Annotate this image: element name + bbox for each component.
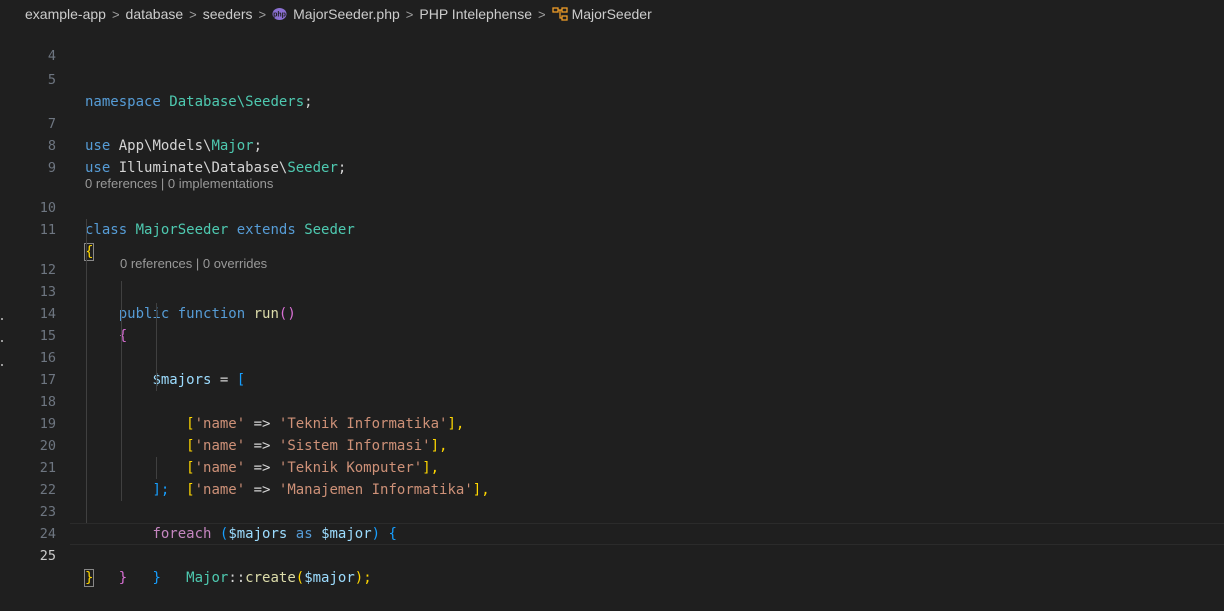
indent-guide [156,457,157,479]
bracket-token: ); [354,570,372,586]
indent-guide [86,457,87,479]
code-line: 12 public function run() [0,237,1224,322]
function-name-token: create [245,570,296,586]
indent-guide [86,325,87,347]
code-line: 5 namespace Database\Seeders; [0,47,1224,110]
indent-guide [86,413,87,435]
breadcrumb-item-seeders[interactable]: seeders [203,6,253,22]
blank-code-line [0,69,1224,91]
indent-guide [156,369,157,391]
code-line: 23 } [0,479,1224,586]
code-line: 4 [0,28,1224,64]
current-code-line: 25 } [0,523,1224,587]
code-line: 7 use App\Models\Major; [0,91,1224,154]
codelens-row: 0 references | 0 overrides [0,219,1224,271]
class-symbol-icon [551,7,568,21]
indent-guide [86,501,87,523]
breadcrumb-separator-icon: > [189,6,197,22]
indent-guide [86,391,87,413]
code-line: 10 class MajorSeeder extends Seeder [0,175,1224,238]
indent-guide [121,369,122,391]
breadcrumb-separator-icon: > [405,6,414,22]
indent-guide [121,413,122,435]
code-line: 9 [0,135,1224,176]
indent-guide [86,435,87,457]
indent-guide [121,479,122,501]
indent-guide [121,325,122,347]
indent-guide [156,325,157,347]
indent-guide [86,479,87,501]
operator-token: :: [228,570,246,586]
indent-guide [86,281,87,303]
code-line: 21 foreach ($majors as $major) { [0,435,1224,542]
indent-guide [156,347,157,369]
indent-guide [86,347,87,369]
codelens-row: 0 references | 0 implementations [0,157,1224,191]
code-line: 17 ['name' => 'Teknik Komputer'], [0,347,1224,476]
bracket-token: ( [295,570,305,586]
breadcrumb-item-example-app[interactable]: example-app [25,6,106,22]
bracket-token: } [152,570,161,586]
bracket-token: } [83,569,95,587]
breadcrumb-item-file[interactable]: php MajorSeeder.php [272,6,400,22]
breadcrumb-separator-icon: > [111,6,120,22]
indent-guide [86,259,87,281]
code-line: 14 $majors = [ [0,281,1224,388]
breadcrumb-item-database[interactable]: database [126,6,184,22]
code-line: 18 ['name' => 'Manajemen Informatika'], [0,369,1224,498]
code-line: 11 { [0,197,1224,261]
indent-guide [86,219,87,237]
indent-guide [156,303,157,325]
code-line: 24 } [0,501,1224,586]
indent-guide [86,369,87,391]
class-token: Major [186,570,229,586]
code-line: 20 [0,413,1224,454]
indent-guide [121,391,122,413]
breadcrumb-separator-icon: > [537,6,546,22]
code-editor[interactable]: 4 5 namespace Database\Seeders; 7 use Ap… [0,28,1224,587]
breadcrumb: example-app > database > seeders > php M… [0,0,1224,28]
breadcrumb-item-language-server[interactable]: PHP Intelephense [419,6,532,22]
code-line: 16 ['name' => 'Sistem Informasi'], [0,325,1224,454]
code-line: 13 { [0,259,1224,344]
indent-guide [86,303,87,325]
indent-guide [121,435,122,457]
code-line: 15 ['name' => 'Teknik Informatika'], [0,303,1224,432]
code-line: 8 use Illuminate\Database\Seeder; [0,113,1224,176]
bracket-token: } [118,570,128,586]
variable-token: $major [304,570,355,586]
code-line: 19 ]; [0,391,1224,498]
indent-guide [121,303,122,325]
indent-guide [121,347,122,369]
indent-guide [86,237,87,259]
php-file-icon: php [272,8,287,20]
breadcrumb-separator-icon: > [258,6,267,22]
svg-text:php: php [273,12,286,19]
indent-guide [121,281,122,303]
line-number: 25 [39,548,56,564]
breadcrumb-item-class[interactable]: MajorSeeder [551,6,652,22]
indent-guide [121,457,122,479]
code-line: 22 Major::create($major); [0,457,1224,586]
